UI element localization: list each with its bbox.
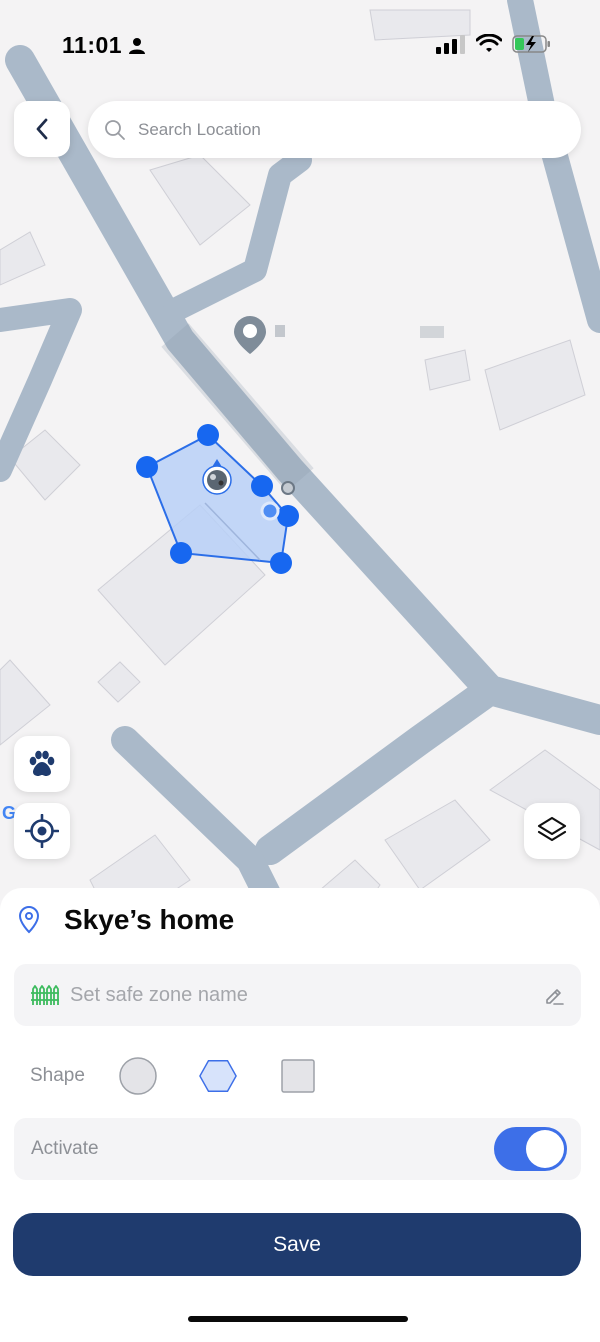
wifi-icon [476,34,502,52]
map-building [0,659,51,746]
person-icon [129,38,145,54]
map-layers-button[interactable] [524,803,580,859]
map-building [0,231,46,286]
polygon-vertex-handle [136,456,158,478]
search-input[interactable] [138,119,538,140]
zone-title: Skye’s home [64,904,235,935]
zone-title-row: Skye’s home [18,904,234,936]
edit-icon[interactable] [543,984,565,1006]
polygon-vertex-handle [170,542,192,564]
polygon-vertex-handle [277,505,299,527]
battery-charging-icon [512,35,550,53]
blurred-label [275,325,444,338]
back-button[interactable] [14,101,70,157]
pet-location-button[interactable] [14,736,70,792]
circle-shape-icon [119,1057,157,1095]
polygon-midpoint-handle [260,501,280,521]
search-icon [105,119,125,140]
paw-icon [29,750,55,776]
activate-toggle[interactable] [494,1127,567,1171]
map-small-marker [281,481,295,495]
signal-icon [436,35,465,54]
polygon-vertex-handle [270,552,292,574]
activate-label: Activate [31,1138,99,1159]
map-building [149,154,251,246]
map-building [384,799,491,891]
shape-label: Shape [30,1065,85,1086]
chevron-left-icon [36,118,48,140]
my-location-button[interactable] [14,803,70,859]
shape-selector: Shape [30,1056,358,1096]
safe-zone-sheet: Skye’s home Shape [0,888,600,1342]
map-building [97,661,141,703]
crosshair-icon [25,814,59,848]
map-building [424,349,471,391]
home-indicator[interactable] [188,1316,408,1322]
poi-marker-icon [234,316,266,354]
search-bar[interactable] [88,101,581,158]
status-bar: 11:01 [0,0,600,90]
toggle-knob [526,1130,564,1168]
zone-name-input[interactable] [70,983,520,1007]
shape-option-square[interactable] [278,1056,318,1096]
zone-name-field[interactable] [14,964,581,1026]
status-time: 11:01 [62,32,123,58]
save-button[interactable]: Save [13,1213,581,1276]
map-building [484,339,586,431]
shape-option-hexagon[interactable] [198,1056,238,1096]
hexagon-shape-icon [199,1060,237,1092]
fence-icon [31,985,59,1005]
square-shape-icon [281,1059,315,1093]
polygon-vertex-handle [251,475,273,497]
polygon-vertex-handle [197,424,219,446]
activate-row: Activate [14,1118,581,1180]
layers-icon [537,816,567,842]
shape-option-circle[interactable] [118,1056,158,1096]
location-pin-icon [18,905,40,934]
